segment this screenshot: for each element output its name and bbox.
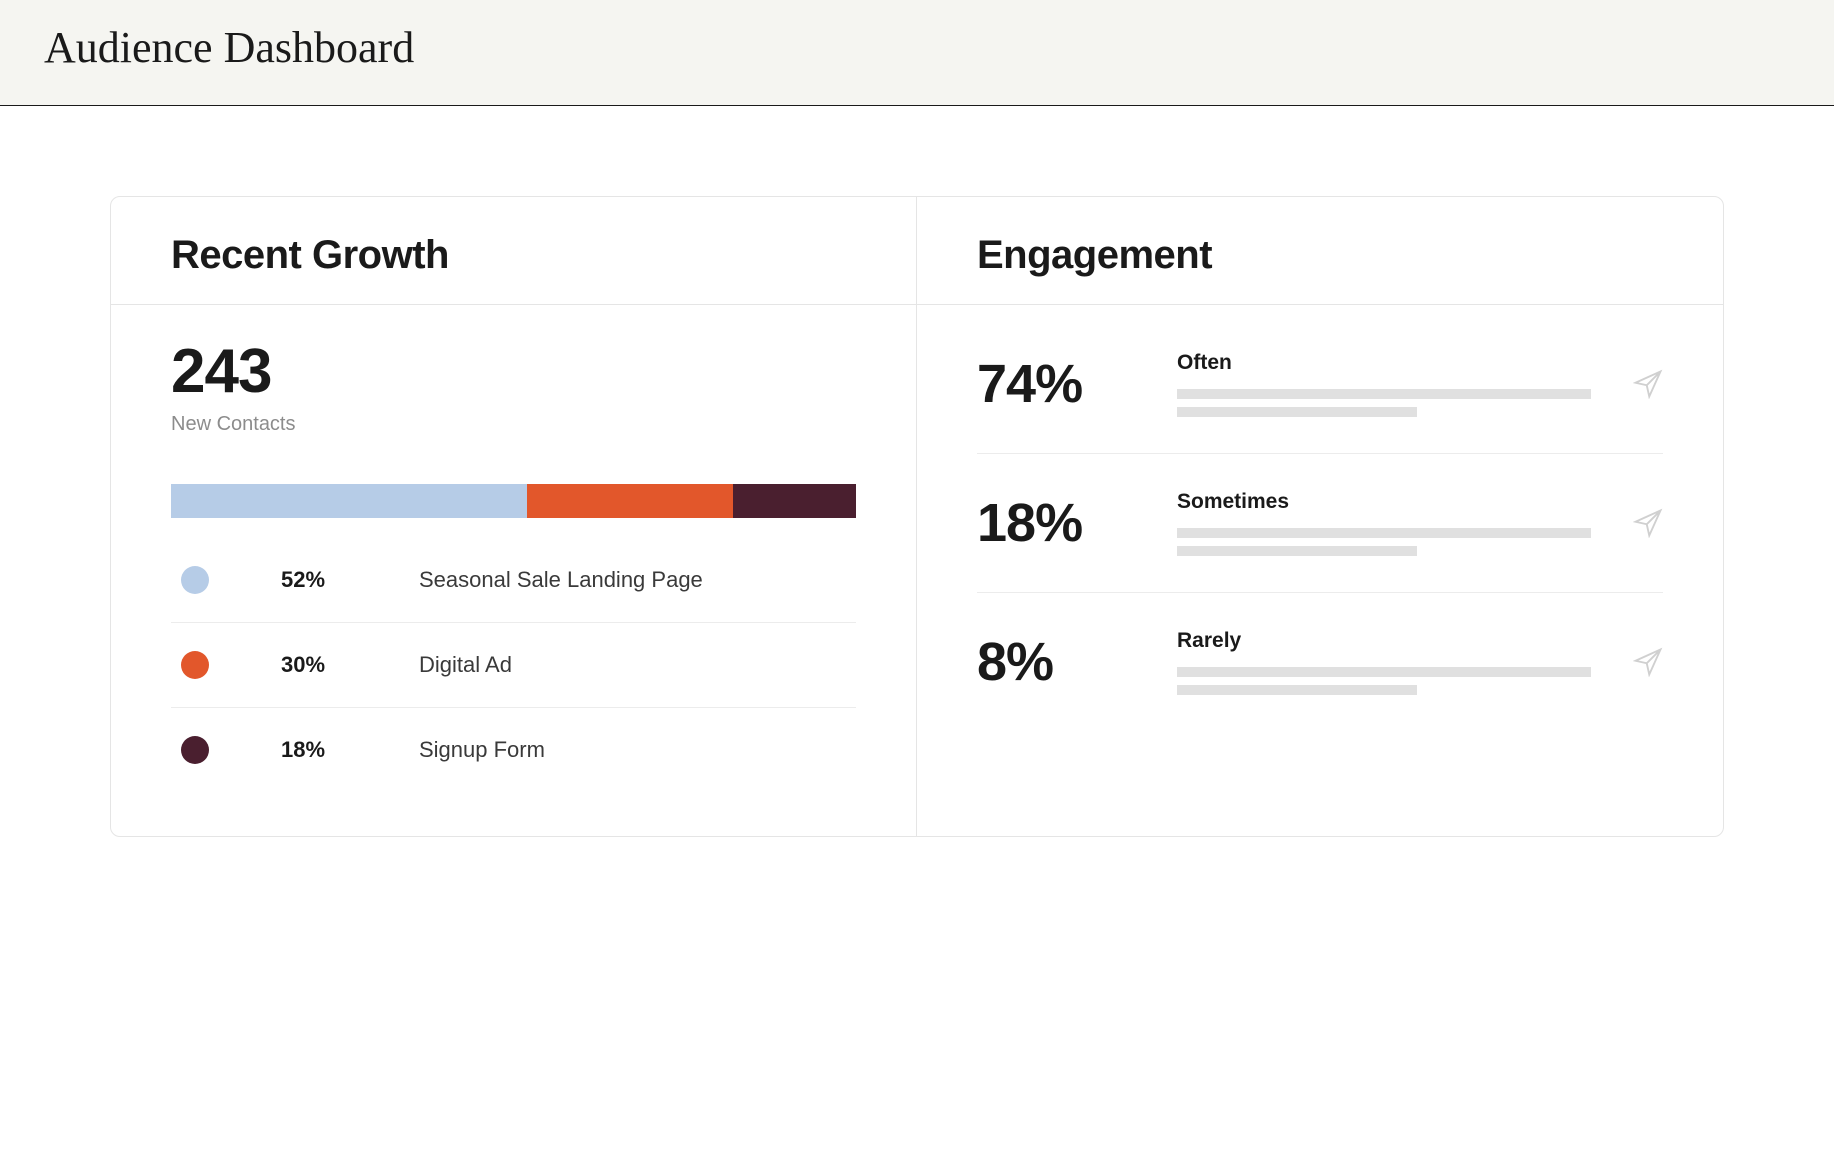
placeholder-lines bbox=[1177, 528, 1591, 556]
placeholder-line bbox=[1177, 528, 1591, 538]
paper-plane-icon[interactable] bbox=[1633, 508, 1663, 538]
engagement-label: Rarely bbox=[1177, 629, 1591, 653]
panel-title-engagement: Engagement bbox=[977, 233, 1663, 278]
legend-percent: 18% bbox=[281, 737, 381, 763]
legend-row: 52% Seasonal Sale Landing Page bbox=[171, 538, 856, 623]
engagement-row: 74% Often bbox=[977, 341, 1663, 454]
recent-growth-value: 243 bbox=[171, 341, 856, 403]
legend-list: 52% Seasonal Sale Landing Page 30% Digit… bbox=[171, 538, 856, 792]
placeholder-line bbox=[1177, 685, 1417, 695]
legend-row: 18% Signup Form bbox=[171, 708, 856, 792]
legend-percent: 52% bbox=[281, 567, 381, 593]
panel-header-recent-growth: Recent Growth bbox=[111, 197, 916, 305]
stacked-bar-segment bbox=[733, 484, 856, 518]
legend-dot-icon bbox=[181, 566, 209, 594]
engagement-details: Sometimes bbox=[1177, 490, 1591, 556]
content-area: Recent Growth 243 New Contacts 52% Seaso… bbox=[0, 106, 1834, 877]
engagement-details: Often bbox=[1177, 351, 1591, 417]
placeholder-line bbox=[1177, 667, 1591, 677]
paper-plane-icon[interactable] bbox=[1633, 369, 1663, 399]
stacked-bar-growth-sources bbox=[171, 484, 856, 518]
stacked-bar-segment bbox=[171, 484, 527, 518]
legend-label: Signup Form bbox=[419, 737, 545, 763]
engagement-percent: 18% bbox=[977, 492, 1147, 554]
dashboard-card: Recent Growth 243 New Contacts 52% Seaso… bbox=[110, 196, 1724, 837]
panel-title-recent-growth: Recent Growth bbox=[171, 233, 856, 278]
engagement-percent: 74% bbox=[977, 353, 1147, 415]
panel-recent-growth: Recent Growth 243 New Contacts 52% Seaso… bbox=[111, 197, 917, 836]
page-title: Audience Dashboard bbox=[44, 22, 1790, 73]
legend-percent: 30% bbox=[281, 652, 381, 678]
stacked-bar-segment bbox=[527, 484, 733, 518]
placeholder-line bbox=[1177, 407, 1417, 417]
legend-dot-icon bbox=[181, 736, 209, 764]
legend-label: Seasonal Sale Landing Page bbox=[419, 567, 703, 593]
legend-row: 30% Digital Ad bbox=[171, 623, 856, 708]
recent-growth-value-label: New Contacts bbox=[171, 413, 856, 436]
placeholder-lines bbox=[1177, 389, 1591, 417]
placeholder-lines bbox=[1177, 667, 1591, 695]
panel-engagement: Engagement 74% Often bbox=[917, 197, 1723, 836]
paper-plane-icon[interactable] bbox=[1633, 647, 1663, 677]
placeholder-line bbox=[1177, 546, 1417, 556]
placeholder-line bbox=[1177, 389, 1591, 399]
header-bar: Audience Dashboard bbox=[0, 0, 1834, 106]
engagement-row: 18% Sometimes bbox=[977, 454, 1663, 593]
legend-dot-icon bbox=[181, 651, 209, 679]
engagement-label: Often bbox=[1177, 351, 1591, 375]
engagement-details: Rarely bbox=[1177, 629, 1591, 695]
engagement-percent: 8% bbox=[977, 631, 1147, 693]
engagement-row: 8% Rarely bbox=[977, 593, 1663, 705]
legend-label: Digital Ad bbox=[419, 652, 512, 678]
engagement-list: 74% Often 18% Sometimes bbox=[977, 341, 1663, 705]
panel-header-engagement: Engagement bbox=[917, 197, 1723, 305]
engagement-label: Sometimes bbox=[1177, 490, 1591, 514]
